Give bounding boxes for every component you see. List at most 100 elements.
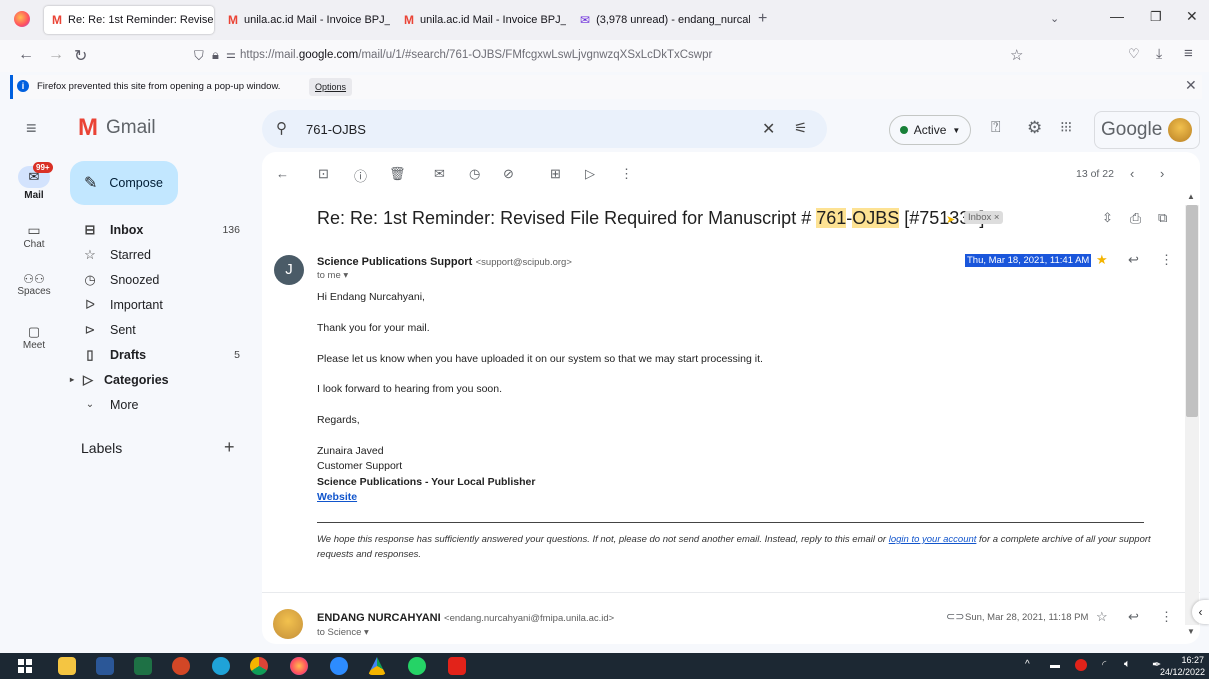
clock-date[interactable]: 24/12/2022 [1155,667,1205,677]
shield-icon[interactable]: ⛉ [194,48,204,64]
tab-active[interactable]: M Re: Re: 1st Reminder: Revised Fi ✕ [44,6,214,34]
snooze-icon[interactable]: ◷ [469,166,480,182]
zoom-icon[interactable] [330,657,348,675]
more-options-icon[interactable]: ⋮ [620,166,633,182]
word-icon[interactable] [96,657,114,675]
whatsapp-icon[interactable] [408,657,426,675]
restore-button[interactable]: ❐ [1150,9,1162,25]
add-task-icon[interactable]: ⊘ [503,166,514,182]
tab-invoice-2[interactable]: M unila.ac.id Mail - Invoice BPJ_51 ✕ [396,6,566,34]
starred-icon[interactable]: ★ [1096,252,1108,268]
settings-gear-icon[interactable]: ⚙ [1027,118,1042,138]
rail-chat[interactable]: ▭ Chat [9,222,59,250]
older-icon[interactable]: › [1160,166,1164,181]
print-icon[interactable]: ⎙ [1130,210,1141,227]
nav-categories[interactable]: ▸ ▷ Categories [70,367,240,392]
volume-icon[interactable]: 🔈︎ [1124,658,1131,671]
chrome-icon[interactable] [250,657,268,675]
collapse-all-icon[interactable]: ⇳ [1102,210,1113,226]
acrobat-icon[interactable] [448,657,466,675]
reply-sender-name[interactable]: ENDANG NURCAHYANI [317,612,441,624]
battery-icon[interactable]: ▬ [1050,660,1060,671]
scroll-down-icon[interactable]: ▼ [1187,627,1195,636]
permissions-icon[interactable]: ⚌ [226,48,236,61]
add-label-icon[interactable]: + [224,437,235,458]
reload-icon[interactable]: ↻ [74,46,87,66]
file-explorer-icon[interactable] [58,657,76,675]
delete-icon[interactable]: 🗑︎ [389,166,406,182]
important-marker-icon[interactable]: ➤ [946,213,955,226]
close-window-button[interactable]: ✕ [1186,8,1198,25]
rail-mail[interactable]: ✉ 99+ Mail [9,162,59,201]
excel-icon[interactable] [134,657,152,675]
tray-app-icon[interactable] [1075,659,1087,671]
account-button[interactable]: Google [1094,111,1200,149]
nav-inbox[interactable]: ⊟ Inbox 136 [76,217,240,242]
url-bar[interactable]: https://mail.google.com/mail/u/1/#search… [240,49,712,61]
downloads-icon[interactable]: ⤓ [1156,45,1162,62]
sender-name[interactable]: Science Publications Support [317,256,472,268]
tab-unread[interactable]: ✉ (3,978 unread) - endang_nurcah ✕ [572,6,750,34]
reply-icon[interactable]: ↩ [1128,609,1139,625]
powerpoint-icon[interactable] [172,657,190,675]
nav-snoozed[interactable]: ◷ Snoozed [76,267,240,292]
wifi-icon[interactable]: ◜ [1102,658,1106,671]
expand-arrow-icon[interactable]: ▸ [70,375,78,384]
tab-invoice-1[interactable]: M unila.ac.id Mail - Invoice BPJ_51 ✕ [220,6,390,34]
new-tab-button[interactable]: + [758,10,767,28]
website-link[interactable]: Website [317,491,357,503]
firefox-taskbar-icon[interactable] [290,657,308,675]
reply-icon[interactable]: ↩ [1128,252,1139,268]
nav-starred[interactable]: ☆ Starred [76,242,240,267]
back-to-search-icon[interactable]: ← [276,166,289,181]
archive-icon[interactable]: ⊡ [318,166,329,182]
lock-icon[interactable]: 🔒︎ [212,47,219,63]
nav-important[interactable]: ᐅ Important [76,292,240,317]
scroll-up-icon[interactable]: ▲ [1187,192,1195,201]
nav-sent[interactable]: ⊳ Sent [76,317,240,342]
newer-icon[interactable]: ‹ [1130,166,1134,181]
login-link[interactable]: login to your account [889,534,977,545]
clock-time[interactable]: 16:27 [1176,655,1204,665]
gmail-logo[interactable]: M Gmail [78,116,156,140]
search-options-icon[interactable]: ⚟ [794,119,807,137]
main-menu-icon[interactable]: ≡ [26,118,37,139]
nav-drafts[interactable]: ▯ Drafts 5 [76,342,240,367]
search-bar[interactable]: ⚲ 761-OJBS ✕ ⚟ [262,110,827,148]
apps-grid-icon[interactable]: ⁝⁝⁝ [1060,118,1072,136]
scrollbar-thumb[interactable] [1186,205,1198,417]
inbox-tag[interactable]: Inbox × [964,211,1004,224]
edge-icon[interactable] [212,657,230,675]
compose-button[interactable]: ✎ Compose [70,161,178,205]
side-panel-toggle[interactable]: ‹ [1192,600,1209,624]
notification-options-button[interactable]: Options [309,78,353,96]
firefox-icon[interactable] [14,11,30,27]
nav-more[interactable]: ⌄ More [76,392,240,417]
bookmark-star-icon[interactable]: ☆ [1010,46,1023,64]
minimize-button[interactable]: — [1110,8,1124,24]
rail-meet[interactable]: ▢ Meet [9,324,59,351]
mark-unread-icon[interactable]: ✉ [434,166,445,182]
list-tabs-icon[interactable]: ⌄ [1050,12,1059,25]
help-icon[interactable]: ⍰ [991,119,1001,137]
status-button[interactable]: Active ▼ [889,115,971,145]
open-new-window-icon[interactable]: ⧉ [1158,210,1167,226]
back-icon[interactable]: ← [18,46,34,64]
tray-chevron-icon[interactable]: ^ [1025,659,1030,670]
recipient-dropdown[interactable]: to me ▾ [317,270,348,281]
rail-spaces[interactable]: ⚇⚇ Spaces [9,272,59,297]
message-more-icon[interactable]: ⋮ [1160,252,1173,268]
move-to-icon[interactable]: ⊞ [550,166,561,182]
message-more-icon[interactable]: ⋮ [1160,609,1173,625]
pocket-icon[interactable]: ♡ [1128,46,1140,62]
close-notification-icon[interactable]: ✕ [1185,77,1197,94]
forward-icon[interactable]: → [48,46,64,64]
report-spam-icon[interactable]: ⓘ [354,166,367,185]
star-icon[interactable]: ☆ [1096,609,1108,625]
windows-start-icon[interactable] [18,659,32,673]
search-icon[interactable]: ⚲ [276,119,287,137]
labels-icon[interactable]: ▷ [585,166,595,182]
menu-icon[interactable]: ≡ [1184,45,1193,62]
reply-recipient-dropdown[interactable]: to Science ▾ [317,627,369,638]
search-input[interactable]: 761-OJBS [306,122,366,137]
